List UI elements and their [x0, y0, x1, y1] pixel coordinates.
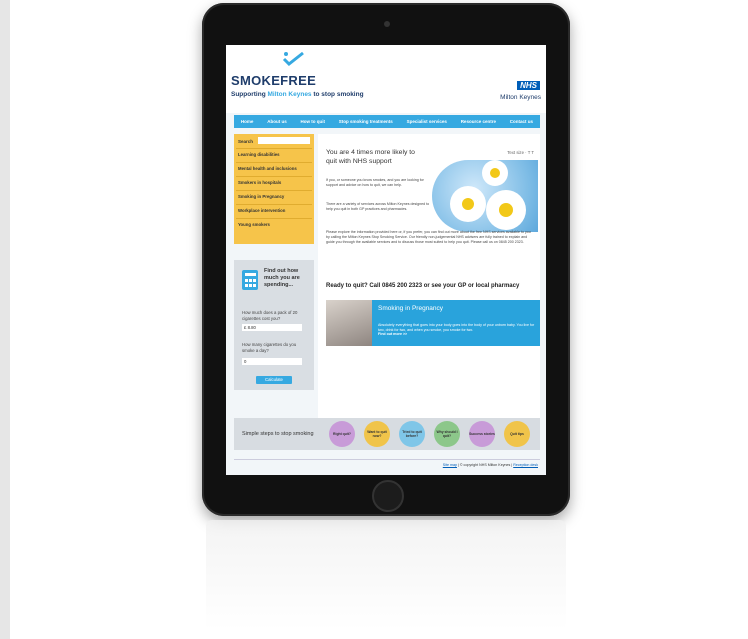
nav-item-about[interactable]: About us — [267, 119, 287, 124]
tablet-reflection — [206, 520, 566, 630]
pack-cost-label: How much does a pack of 20 cigarettes co… — [242, 310, 298, 321]
reception-link[interactable]: Reception desk — [513, 463, 538, 467]
sidebar-item-learning[interactable]: Learning disabilities — [238, 152, 280, 157]
cigarettes-per-day-input[interactable]: 0 — [242, 358, 302, 365]
steps-label: Simple steps to stop smoking — [242, 431, 314, 437]
divider — [236, 190, 312, 191]
cigarettes-per-day-label: How many cigarettes do you smoke a day? — [242, 342, 297, 353]
nav-item-contact[interactable]: Contact us — [510, 119, 533, 124]
calculator-title: Find out how much you are spending... — [264, 268, 300, 288]
main-nav: Home About us How to quit Stop smoking t… — [234, 115, 540, 128]
tagline: Supporting Milton Keynes to stop smoking — [231, 91, 364, 98]
divider — [236, 204, 312, 205]
sidebar-item-hospitals[interactable]: Smokers in hospitals — [238, 180, 281, 185]
tagline-highlight: Milton Keynes — [267, 91, 312, 98]
nav-item-specialist[interactable]: Specialist services — [407, 119, 447, 124]
divider — [236, 162, 312, 163]
step-want-to-quit[interactable]: Want to quit now? — [364, 421, 390, 447]
sidebar: Search Learning disabilities Mental heal… — [234, 134, 314, 244]
org-name: Milton Keynes — [500, 94, 541, 101]
steps-bar: Simple steps to stop smoking Right quit?… — [234, 418, 540, 450]
step-right-quit[interactable]: Right quit? — [329, 421, 355, 447]
pregnancy-banner[interactable]: Smoking in Pregnancy Absolutely everythi… — [326, 300, 540, 346]
tablet-device: SMOKEFREE Supporting Milton Keynes to st… — [202, 3, 570, 516]
sidebar-item-pregnancy[interactable]: Smoking in Pregnancy — [238, 194, 284, 199]
home-button[interactable] — [372, 480, 404, 512]
step-quit-tips[interactable]: Quit tips — [504, 421, 530, 447]
page-title: You are 4 times more likely to quit with… — [326, 149, 415, 165]
site-header: SMOKEFREE Supporting Milton Keynes to st… — [226, 45, 546, 113]
footer-text: Site map | © copyright NHS Milton Keynes… — [443, 463, 538, 467]
step-success-stories[interactable]: Success stories — [469, 421, 495, 447]
smokefree-logo-icon — [282, 51, 304, 67]
intro-paragraph: If you, or someone you know smokes, and … — [326, 178, 424, 187]
search-label: Search — [238, 139, 254, 144]
calculator-icon — [242, 270, 258, 290]
search-input[interactable] — [258, 137, 310, 144]
site-footer: Site map | © copyright NHS Milton Keynes… — [234, 459, 540, 470]
text-size-label: Text size — [507, 150, 524, 155]
text-size-control[interactable]: Text size · T T — [507, 150, 534, 155]
info-paragraph: Please explore the information provided … — [326, 230, 531, 244]
nav-item-resources[interactable]: Resource centre — [461, 119, 496, 124]
daisy-image — [432, 160, 538, 232]
banner-text: Absolutely everything that goes into you… — [378, 323, 536, 337]
copyright: | © copyright NHS Milton Keynes | — [457, 463, 513, 467]
website-screen: SMOKEFREE Supporting Milton Keynes to st… — [226, 45, 546, 475]
divider — [236, 218, 312, 219]
nhs-logo: NHS — [517, 81, 540, 90]
call-to-action: Ready to quit? Call 0845 200 2323 or see… — [326, 283, 520, 289]
sidebar-item-workplace[interactable]: Workplace intervention — [238, 208, 285, 213]
nav-item-how-to-quit[interactable]: How to quit — [301, 119, 326, 124]
divider — [236, 148, 312, 149]
services-paragraph: There are a variety of services across M… — [326, 202, 430, 211]
main-content: You are 4 times more likely to quit with… — [318, 134, 540, 434]
step-tried-before[interactable]: Tried to quit before? — [399, 421, 425, 447]
banner-body: Absolutely everything that goes into you… — [378, 323, 535, 332]
nav-item-treatments[interactable]: Stop smoking treatments — [339, 119, 393, 124]
banner-title: Smoking in Pregnancy — [378, 305, 444, 312]
banner-link[interactable]: Find out more >> — [378, 332, 407, 336]
tagline-suffix: to stop smoking — [313, 91, 364, 98]
sidebar-item-young[interactable]: Young smokers — [238, 222, 270, 227]
sitemap-link[interactable]: Site map — [443, 463, 457, 467]
pack-cost-input[interactable]: £ 8.80 — [242, 324, 302, 331]
pregnancy-image — [326, 300, 372, 346]
nav-item-home[interactable]: Home — [241, 119, 254, 124]
tagline-prefix: Supporting — [231, 91, 266, 98]
calculate-button[interactable]: Calculate — [256, 376, 292, 384]
brand-name[interactable]: SMOKEFREE — [231, 73, 316, 88]
sidebar-item-mental-health[interactable]: Mental health and inclusions — [238, 166, 297, 171]
spending-calculator: Find out how much you are spending... Ho… — [234, 260, 314, 390]
camera-icon — [384, 21, 390, 27]
step-why-quit[interactable]: Why should I quit? — [434, 421, 460, 447]
left-edge-strip — [0, 0, 10, 639]
divider — [236, 176, 312, 177]
